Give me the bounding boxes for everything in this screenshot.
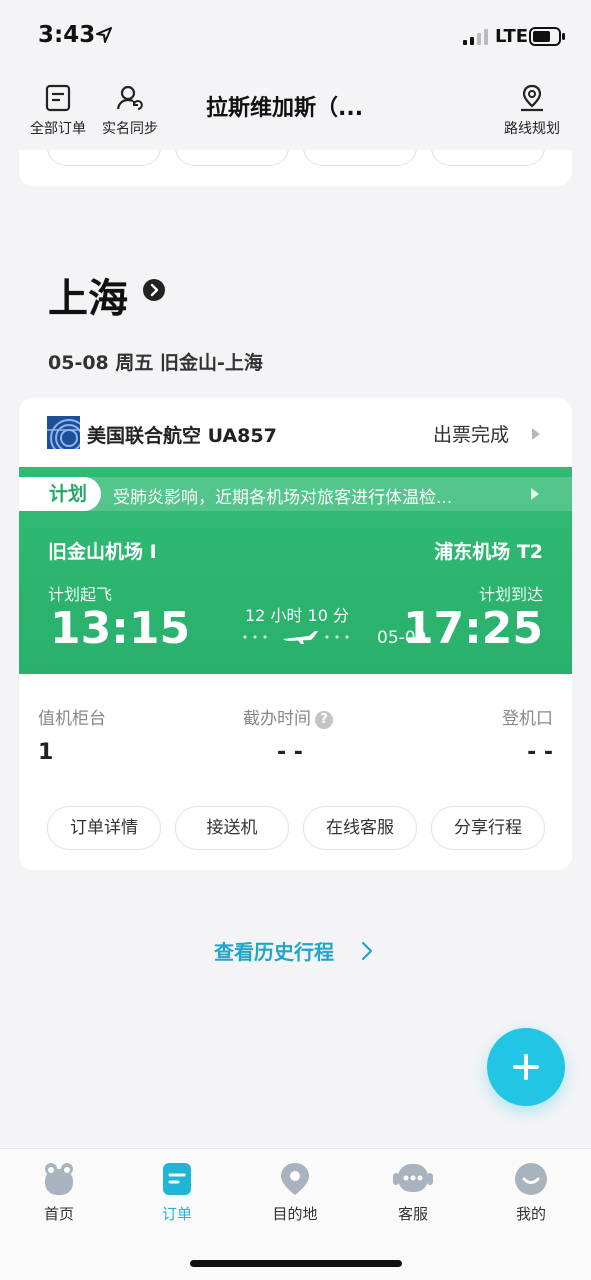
airline-flight-number: 美国联合航空 UA857 [87, 425, 277, 447]
tab-destination-label: 目的地 [272, 1205, 318, 1223]
network-type: LTE [495, 26, 529, 47]
gate-label: 登机口 [502, 709, 553, 729]
all-orders-label: 全部订单 [30, 121, 86, 137]
status-bar: 3:43 LTE [0, 0, 591, 72]
profile-icon [515, 1163, 547, 1195]
share-trip-button[interactable]: 分享行程 [431, 806, 545, 850]
checkin-counter-label: 值机柜台 [38, 709, 106, 729]
signal-icon [463, 29, 488, 45]
top-nav: 全部订单 实名同步 拉斯维加斯（... 路线规划 [0, 76, 591, 150]
chevron-right-icon [532, 428, 540, 440]
home-indicator [190, 1260, 402, 1267]
tab-profile-label: 我的 [515, 1205, 546, 1223]
gate-value: - - [527, 740, 553, 765]
arrival-airport: 浦东机场 T2 [434, 541, 543, 563]
departure-time: 13:15 [50, 603, 191, 654]
page-title: 拉斯维加斯（... [206, 96, 364, 121]
user-sync-icon [116, 85, 143, 110]
home-mascot-icon [45, 1163, 73, 1195]
arrival-label: 计划到达 [478, 585, 543, 604]
departure-airport: 旧金山机场 I [48, 541, 157, 563]
tab-destination[interactable]: 目的地 [245, 1161, 345, 1224]
cutoff-time-label: 截办时间? [243, 704, 333, 729]
checkin-counter-value: 1 [38, 740, 54, 765]
arrival-time: 17:25 [402, 603, 543, 654]
help-icon[interactable]: ? [315, 711, 333, 729]
realname-sync-label: 实名同步 [102, 121, 158, 137]
order-icon [163, 1163, 191, 1195]
previous-action-pill[interactable] [431, 150, 545, 166]
all-orders-button[interactable]: 全部订单 [18, 84, 98, 138]
city-title[interactable]: 上海 [48, 266, 128, 324]
flight-duration: 12 小时 10 分 [245, 606, 349, 625]
route-plan-button[interactable]: 路线规划 [492, 84, 572, 138]
airplane-icon [243, 631, 349, 644]
ticket-status[interactable]: 出票完成 [433, 420, 509, 447]
trip-date-route: 05-08 周五 旧金山-上海 [48, 352, 263, 374]
chevron-right-icon[interactable] [361, 941, 373, 961]
cutoff-time-text: 截办时间 [243, 709, 311, 729]
chevron-right-circle-icon[interactable] [142, 278, 166, 302]
flight-info-panel: 计划 受肺炎影响，近期各机场对旅客进行体温检... 旧金山机场 I 浦东机场 T… [19, 467, 572, 674]
airport-transfer-button[interactable]: 接送机 [175, 806, 289, 850]
order-detail-button[interactable]: 订单详情 [47, 806, 161, 850]
status-time: 3:43 [38, 22, 96, 48]
previous-action-pill[interactable] [47, 150, 161, 166]
document-icon [45, 84, 71, 112]
cutoff-time-value: - - [277, 740, 303, 765]
notice-bar[interactable]: 计划 受肺炎影响，近期各机场对旅客进行体温检... [19, 477, 572, 511]
tab-orders-label: 订单 [161, 1205, 192, 1223]
route-plan-label: 路线规划 [504, 121, 560, 137]
notice-text: 受肺炎影响，近期各机场对旅客进行体温检... [113, 488, 453, 508]
tab-home[interactable]: 首页 [9, 1161, 109, 1224]
battery-icon [529, 27, 565, 46]
view-history-link[interactable]: 查看历史行程 [214, 936, 334, 965]
add-trip-button[interactable] [487, 1028, 565, 1106]
chevron-right-icon [531, 488, 539, 500]
previous-trip-card [19, 150, 572, 186]
plus-icon-stroke [524, 1054, 528, 1080]
united-airlines-logo-icon [47, 416, 80, 449]
map-pin-icon [521, 84, 543, 112]
online-service-button[interactable]: 在线客服 [303, 806, 417, 850]
previous-action-pill[interactable] [303, 150, 417, 166]
flight-trip-card[interactable]: 美国联合航空 UA857 出票完成 计划 受肺炎影响，近期各机场对旅客进行体温检… [19, 398, 572, 870]
tab-service-label: 客服 [397, 1205, 428, 1223]
realname-sync-button[interactable]: 实名同步 [90, 84, 170, 138]
previous-action-pill[interactable] [175, 150, 289, 166]
plan-tag: 计划 [19, 477, 101, 511]
location-arrow-icon [96, 27, 112, 43]
tab-orders[interactable]: 订单 [127, 1161, 227, 1224]
chat-service-icon [393, 1164, 433, 1192]
departure-label: 计划起飞 [48, 585, 113, 604]
tab-profile[interactable]: 我的 [481, 1161, 581, 1224]
tab-service[interactable]: 客服 [363, 1161, 463, 1224]
tab-home-label: 首页 [43, 1205, 74, 1223]
location-pin-icon [281, 1163, 309, 1195]
